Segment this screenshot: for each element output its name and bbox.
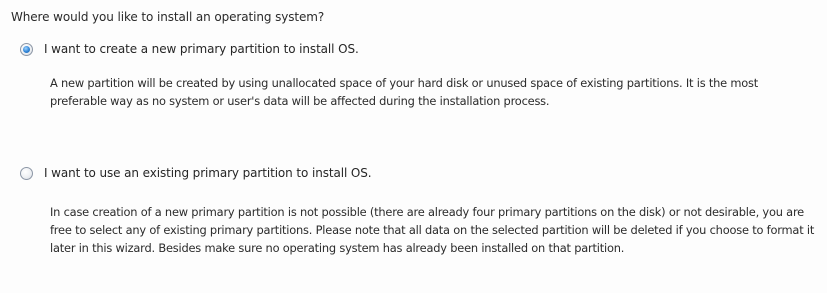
- new-partition-label[interactable]: I want to create a new primary partition…: [44, 42, 359, 56]
- option-new-partition[interactable]: I want to create a new primary partition…: [20, 42, 359, 56]
- existing-partition-radio[interactable]: [20, 166, 33, 180]
- existing-partition-label[interactable]: I want to use an existing primary partit…: [44, 166, 372, 180]
- new-partition-radio[interactable]: [20, 42, 33, 56]
- new-partition-description: A new partition will be created by using…: [50, 76, 759, 108]
- install-location-panel: Where would you like to install an opera…: [0, 0, 827, 293]
- existing-partition-description: In case creation of a new primary partit…: [50, 205, 815, 255]
- option-existing-partition[interactable]: I want to use an existing primary partit…: [20, 166, 372, 180]
- install-question: Where would you like to install an opera…: [11, 10, 325, 24]
